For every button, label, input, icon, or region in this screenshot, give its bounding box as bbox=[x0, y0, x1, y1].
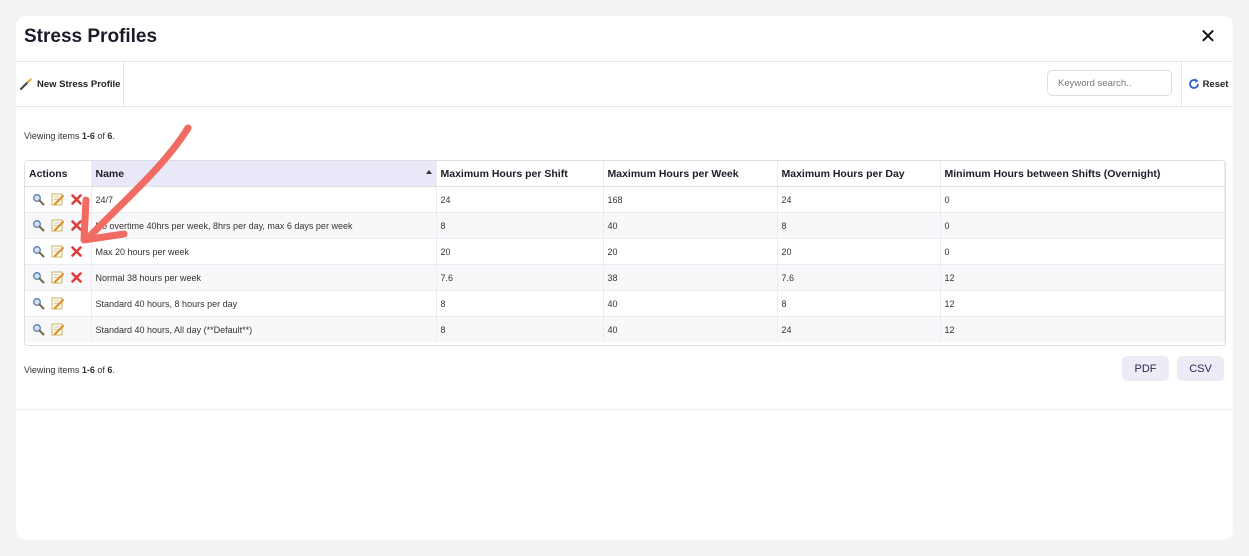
new-stress-profile-button[interactable]: New Stress Profile bbox=[16, 62, 124, 106]
cell-max-hours-day: 20 bbox=[777, 238, 941, 265]
column-header-min-hours-between[interactable]: Minimum Hours between Shifts (Overnight) bbox=[940, 161, 1225, 187]
cell-max-hours-shift: 8 bbox=[436, 290, 604, 317]
reset-button[interactable]: Reset bbox=[1181, 62, 1233, 106]
edit-notepad-icon[interactable] bbox=[51, 323, 64, 336]
sort-ascending-icon bbox=[425, 170, 432, 174]
cell-name: Standard 40 hours, 8 hours per day bbox=[91, 290, 437, 317]
viewing-summary-bottom: Viewing items 1-6 of 6. bbox=[24, 365, 115, 375]
row-actions bbox=[29, 245, 87, 258]
cell-min-hours-between: 0 bbox=[940, 186, 1225, 213]
column-header-name[interactable]: Name bbox=[91, 161, 437, 187]
edit-notepad-icon[interactable] bbox=[51, 219, 64, 232]
row-actions bbox=[29, 323, 87, 336]
table-row: No overtime 40hrs per week, 8hrs per day… bbox=[25, 212, 1225, 239]
new-stress-profile-label: New Stress Profile bbox=[37, 78, 121, 90]
cell-actions bbox=[25, 212, 92, 239]
table-row: 24/7 24 168 24 0 bbox=[25, 186, 1225, 213]
view-magnifier-icon[interactable] bbox=[32, 297, 45, 310]
export-pdf-button[interactable]: PDF bbox=[1122, 356, 1169, 381]
cell-actions bbox=[25, 316, 92, 342]
cell-name: Standard 40 hours, All day (**Default**) bbox=[91, 316, 437, 342]
close-button[interactable]: ✕ bbox=[1197, 26, 1219, 48]
table-row: Standard 40 hours, All day (**Default**)… bbox=[25, 316, 1225, 342]
delete-x-icon[interactable] bbox=[70, 245, 83, 258]
keyword-search-input[interactable] bbox=[1047, 70, 1172, 96]
table-row: Standard 40 hours, 8 hours per day 8 40 8 12 bbox=[25, 290, 1225, 317]
cell-max-hours-week: 168 bbox=[603, 186, 778, 213]
cell-max-hours-day: 8 bbox=[777, 290, 941, 317]
footer-divider bbox=[16, 409, 1233, 410]
cell-min-hours-between: 12 bbox=[940, 316, 1225, 342]
cell-max-hours-week: 40 bbox=[603, 290, 778, 317]
cell-max-hours-shift: 8 bbox=[436, 316, 604, 342]
row-actions bbox=[29, 219, 87, 232]
view-magnifier-icon[interactable] bbox=[32, 245, 45, 258]
cell-max-hours-week: 40 bbox=[603, 212, 778, 239]
column-header-actions: Actions bbox=[25, 161, 92, 187]
cell-max-hours-day: 8 bbox=[777, 212, 941, 239]
cell-max-hours-day: 24 bbox=[777, 186, 941, 213]
reset-label: Reset bbox=[1202, 78, 1229, 90]
dialog-header: Stress Profiles ✕ bbox=[16, 16, 1233, 62]
cell-max-hours-week: 20 bbox=[603, 238, 778, 265]
cell-name: Normal 38 hours per week bbox=[91, 264, 437, 291]
table-header-row: Actions Name Maximum Hours per Shift Max… bbox=[25, 161, 1225, 187]
column-header-max-hours-week[interactable]: Maximum Hours per Week bbox=[603, 161, 778, 187]
cell-max-hours-shift: 8 bbox=[436, 212, 604, 239]
cell-actions bbox=[25, 186, 92, 213]
toolbar: New Stress Profile Reset bbox=[16, 62, 1233, 107]
close-icon: ✕ bbox=[1199, 26, 1217, 48]
edit-notepad-icon[interactable] bbox=[51, 271, 64, 284]
column-header-max-hours-shift[interactable]: Maximum Hours per Shift bbox=[436, 161, 604, 187]
cell-min-hours-between: 0 bbox=[940, 238, 1225, 265]
cell-min-hours-between: 0 bbox=[940, 212, 1225, 239]
stress-profiles-dialog: Stress Profiles ✕ New Stress Profile Res… bbox=[16, 16, 1233, 540]
cell-name: Max 20 hours per week bbox=[91, 238, 437, 265]
delete-x-icon[interactable] bbox=[70, 219, 83, 232]
export-csv-button[interactable]: CSV bbox=[1177, 356, 1224, 381]
delete-x-icon[interactable] bbox=[70, 271, 83, 284]
row-actions bbox=[29, 193, 87, 206]
magic-wand-icon bbox=[20, 78, 32, 90]
cell-max-hours-shift: 24 bbox=[436, 186, 604, 213]
delete-x-icon[interactable] bbox=[70, 193, 83, 206]
cell-actions bbox=[25, 290, 92, 317]
cell-name: No overtime 40hrs per week, 8hrs per day… bbox=[91, 212, 437, 239]
cell-max-hours-day: 7.6 bbox=[777, 264, 941, 291]
dialog-title: Stress Profiles bbox=[24, 26, 158, 47]
viewing-summary-top: Viewing items 1-6 of 6. bbox=[24, 131, 115, 141]
cell-max-hours-week: 40 bbox=[603, 316, 778, 342]
stress-profiles-table: Actions Name Maximum Hours per Shift Max… bbox=[24, 160, 1226, 346]
table-row: Normal 38 hours per week 7.6 38 7.6 12 bbox=[25, 264, 1225, 291]
cell-name: 24/7 bbox=[91, 186, 437, 213]
view-magnifier-icon[interactable] bbox=[32, 193, 45, 206]
cell-min-hours-between: 12 bbox=[940, 290, 1225, 317]
row-actions bbox=[29, 271, 87, 284]
cell-min-hours-between: 12 bbox=[940, 264, 1225, 291]
edit-notepad-icon[interactable] bbox=[51, 297, 64, 310]
edit-notepad-icon[interactable] bbox=[51, 245, 64, 258]
cell-max-hours-week: 38 bbox=[603, 264, 778, 291]
refresh-icon bbox=[1188, 78, 1199, 89]
cell-max-hours-shift: 7.6 bbox=[436, 264, 604, 291]
table-row: Max 20 hours per week 20 20 20 0 bbox=[25, 238, 1225, 265]
view-magnifier-icon[interactable] bbox=[32, 323, 45, 336]
cell-actions bbox=[25, 264, 92, 291]
cell-actions bbox=[25, 238, 92, 265]
cell-max-hours-day: 24 bbox=[777, 316, 941, 342]
column-header-max-hours-day[interactable]: Maximum Hours per Day bbox=[777, 161, 941, 187]
row-actions bbox=[29, 297, 87, 310]
cell-max-hours-shift: 20 bbox=[436, 238, 604, 265]
view-magnifier-icon[interactable] bbox=[32, 219, 45, 232]
edit-notepad-icon[interactable] bbox=[51, 193, 64, 206]
view-magnifier-icon[interactable] bbox=[32, 271, 45, 284]
